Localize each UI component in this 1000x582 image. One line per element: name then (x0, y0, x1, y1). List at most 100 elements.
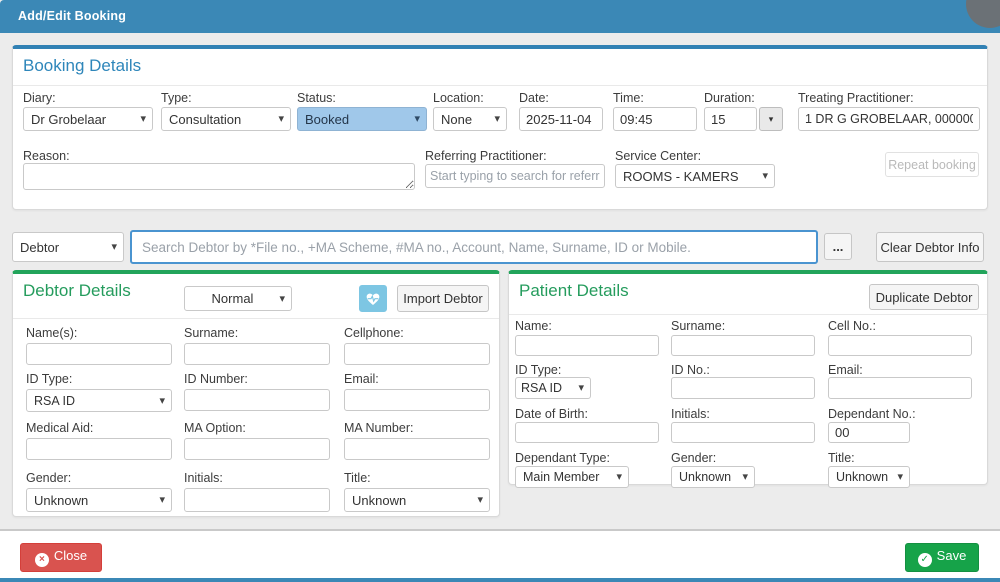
debtor-gender-label: Gender: (26, 471, 72, 485)
patient-name-label: Name: (515, 319, 552, 333)
debtor-names-input[interactable] (26, 343, 172, 365)
patient-cell-no-input[interactable] (828, 335, 972, 356)
clear-debtor-info-button[interactable]: Clear Debtor Info (876, 232, 984, 262)
type-label: Type: (161, 91, 192, 105)
dialog-footer: × Close ✓ Save (0, 531, 1000, 578)
add-edit-booking-dialog: Add/Edit Booking Booking Details Diary: … (0, 0, 1000, 582)
diary-label: Diary: (23, 91, 56, 105)
debtor-cellphone-label: Cellphone: (344, 326, 404, 340)
section-divider (13, 318, 499, 319)
patient-dependant-no-label: Dependant No.: (828, 407, 916, 421)
date-input[interactable] (519, 107, 603, 131)
duration-dropdown-button[interactable]: ▾ (759, 107, 783, 131)
patient-details-title: Patient Details (519, 281, 629, 300)
location-label: Location: (433, 91, 484, 105)
debtor-ma-number-label: MA Number: (344, 421, 414, 435)
patient-surname-input[interactable] (671, 335, 815, 356)
patient-details-panel: Patient Details Duplicate Debtor Name: S… (508, 270, 988, 488)
patient-gender-label: Gender: (671, 451, 717, 465)
debtor-ma-number-input[interactable] (344, 438, 490, 460)
patient-dependant-type-select[interactable]: Main Member ▾ (515, 466, 629, 488)
duration-label: Duration: (704, 91, 755, 105)
patient-surname-label: Surname: (671, 319, 726, 333)
patient-initials-input[interactable] (671, 422, 815, 443)
type-select[interactable]: Consultation ▾ (161, 107, 291, 131)
reason-textarea[interactable] (23, 163, 415, 190)
referring-practitioner-label: Referring Practitioner: (425, 149, 547, 163)
debtor-gender-select[interactable]: Unknown ▾ (26, 488, 172, 512)
debtor-id-number-label: ID Number: (184, 372, 248, 386)
patient-dob-input[interactable] (515, 422, 659, 443)
time-label: Time: (613, 91, 644, 105)
debtor-initials-input[interactable] (184, 488, 330, 512)
debtor-surname-input[interactable] (184, 343, 330, 365)
debtor-id-type-label: ID Type: (26, 372, 73, 386)
patient-dob-label: Date of Birth: (515, 407, 588, 421)
dialog-title: Add/Edit Booking (18, 9, 127, 23)
patient-title-label: Title: (828, 451, 855, 465)
close-button-label: Close (53, 548, 88, 563)
dialog-bottom-border (0, 578, 1000, 582)
patient-dependant-no-input[interactable] (828, 422, 910, 443)
status-label: Status: (297, 91, 336, 105)
medical-aid-check-button[interactable] (359, 285, 387, 312)
debtor-mode-select[interactable]: Normal ▾ (184, 286, 292, 311)
search-more-button[interactable]: ... (824, 233, 852, 260)
patient-gender-select[interactable]: Unknown ▾ (671, 466, 755, 488)
patient-title-select[interactable]: Unknown ▾ (828, 466, 910, 488)
date-label: Date: (519, 91, 549, 105)
debtor-details-title: Debtor Details (23, 281, 131, 300)
location-select[interactable]: None ▾ (433, 107, 507, 131)
duplicate-debtor-button[interactable]: Duplicate Debtor (869, 284, 979, 310)
debtor-email-input[interactable] (344, 389, 490, 411)
debtor-ma-option-label: MA Option: (184, 421, 246, 435)
diary-select[interactable]: Dr Grobelaar ▾ (23, 107, 153, 131)
heart-pulse-icon (366, 293, 380, 305)
debtor-ma-option-input[interactable] (184, 438, 330, 460)
patient-id-no-label: ID No.: (671, 363, 710, 377)
debtor-title-select[interactable]: Unknown ▾ (344, 488, 490, 512)
section-divider (13, 85, 987, 86)
debtor-cellphone-input[interactable] (344, 343, 490, 365)
debtor-id-number-input[interactable] (184, 389, 330, 411)
ellipsis-icon: ... (832, 238, 844, 254)
check-icon: ✓ (917, 553, 932, 567)
patient-initials-label: Initials: (671, 407, 710, 421)
section-divider (509, 314, 987, 315)
debtor-initials-label: Initials: (184, 471, 223, 485)
service-center-select[interactable]: ROOMS - KAMERS ▾ (615, 164, 775, 188)
import-debtor-button[interactable]: Import Debtor (397, 285, 489, 312)
patient-name-input[interactable] (515, 335, 659, 356)
referring-practitioner-input[interactable] (425, 164, 605, 188)
status-select[interactable]: Booked ▾ (297, 107, 427, 131)
debtor-title-label: Title: (344, 471, 371, 485)
time-input[interactable] (613, 107, 697, 131)
search-entity-select[interactable]: Debtor ▾ (12, 232, 124, 262)
save-button[interactable]: ✓ Save (905, 543, 979, 572)
debtor-id-type-select[interactable]: RSA ID ▾ (26, 389, 172, 412)
debtor-medical-aid-label: Medical Aid: (26, 421, 94, 435)
debtor-medical-aid-input[interactable] (26, 438, 172, 460)
treating-practitioner-label: Treating Practitioner: (798, 91, 914, 105)
save-button-label: Save (936, 548, 967, 563)
dialog-header: Add/Edit Booking (0, 0, 1000, 33)
duration-input[interactable] (704, 107, 757, 131)
debtor-names-label: Name(s): (26, 326, 78, 340)
booking-details-panel: Booking Details Diary: Dr Grobelaar ▾ Ty… (12, 45, 988, 210)
treating-practitioner-input[interactable] (798, 107, 980, 131)
patient-email-label: Email: (828, 363, 863, 377)
patient-email-input[interactable] (828, 377, 972, 399)
booking-details-title: Booking Details (23, 56, 142, 75)
patient-dependant-type-label: Dependant Type: (515, 451, 610, 465)
patient-id-type-select[interactable]: RSA ID ▾ (515, 377, 591, 399)
patient-id-no-input[interactable] (671, 377, 815, 399)
close-button[interactable]: × Close (20, 543, 102, 572)
debtor-details-panel: Debtor Details Normal ▾ Import Debtor Na… (12, 270, 500, 517)
chevron-down-icon: ▾ (768, 113, 774, 124)
repeat-booking-button[interactable]: Repeat booking (885, 152, 979, 177)
reason-label: Reason: (23, 149, 70, 163)
patient-id-type-label: ID Type: (515, 363, 562, 377)
service-center-label: Service Center: (615, 149, 702, 163)
patient-cell-no-label: Cell No.: (828, 319, 876, 333)
debtor-search-input[interactable] (130, 230, 818, 264)
